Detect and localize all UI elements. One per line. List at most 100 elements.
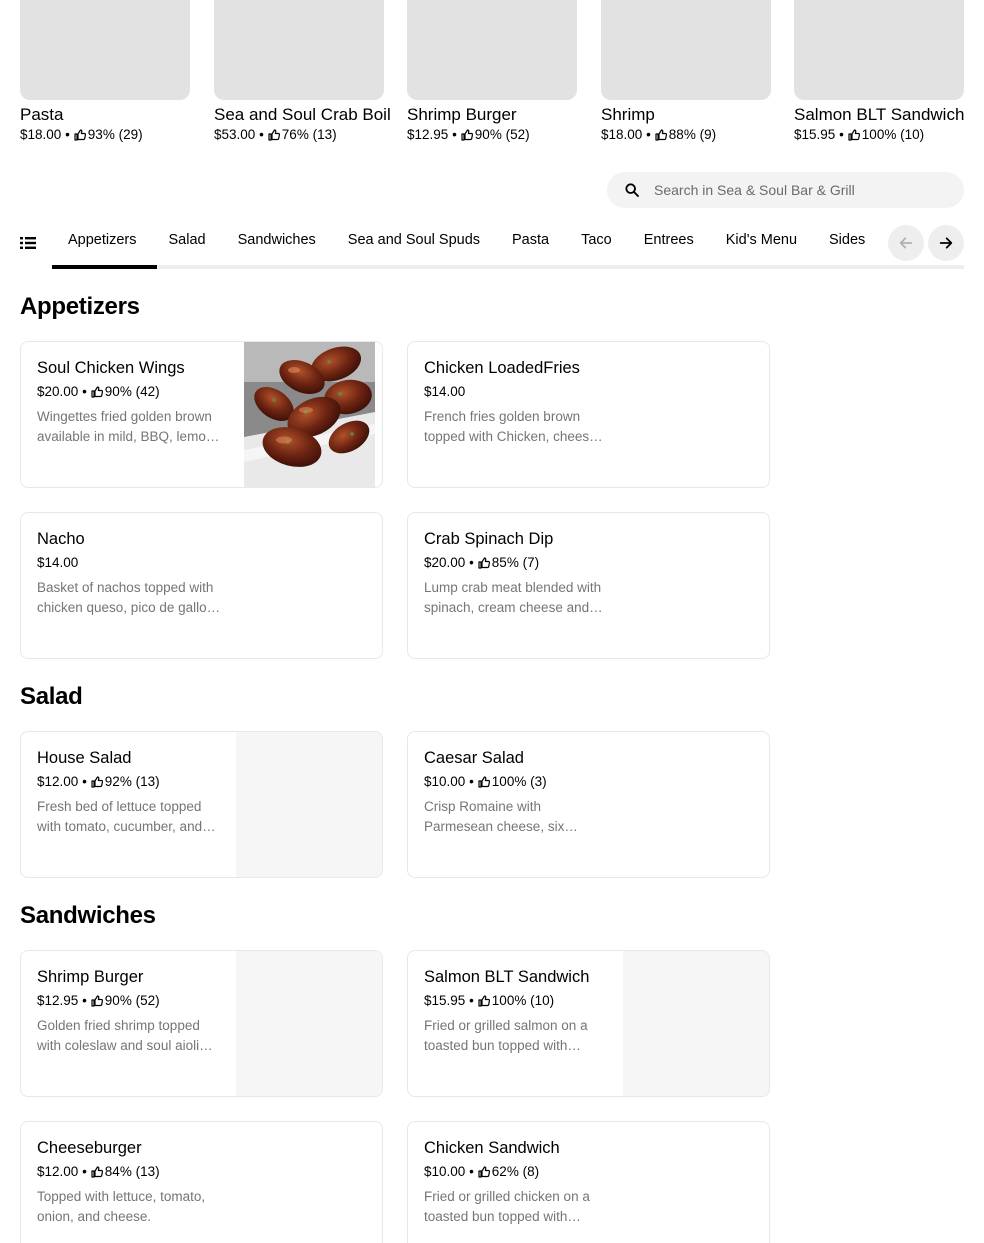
menu-item-price: $15.95 <box>424 993 466 1008</box>
menu-item-rating: 92% (13) <box>104 774 160 789</box>
menu-item-price: $12.00 <box>37 774 79 789</box>
menu-item-body: Caesar Salad $10.00 • 100% (3) Crisp Rom… <box>424 748 614 837</box>
thumbs-up-icon <box>91 386 103 398</box>
featured-image-placeholder <box>601 0 771 100</box>
menu-item-body: Chicken Sandwich $10.00 • 62% (8) Fried … <box>424 1138 614 1227</box>
menu-item-card[interactable]: House Salad $12.00 • 92% (13) Fresh bed … <box>20 731 383 878</box>
menu-item-meta: $14.00 <box>37 554 227 572</box>
thumbs-up-icon <box>91 776 103 788</box>
menu-item-price: $12.95 <box>37 993 79 1008</box>
menu-item-body: Chicken LoadedFries $14.00 French fries … <box>424 358 614 447</box>
tab-pasta[interactable]: Pasta <box>496 222 565 265</box>
menu-item-name: Soul Chicken Wings <box>37 359 185 377</box>
section-title-sandwiches: Sandwiches <box>20 902 156 929</box>
scroll-left-button[interactable] <box>888 225 924 261</box>
featured-card[interactable]: Shrimp $18.00 • 88% (9) <box>601 0 771 144</box>
featured-price: $18.00 <box>20 127 62 142</box>
menu-item-description: Golden fried shrimp topped with coleslaw… <box>37 1018 200 1053</box>
thumbs-up-icon <box>478 776 490 788</box>
menu-item-card[interactable]: Crab Spinach Dip $20.00 • 85% (7) Lump c… <box>407 512 770 659</box>
menu-item-price: $12.00 <box>37 1164 79 1179</box>
category-nav: Appetizers Salad Sandwiches Sea and Soul… <box>20 222 964 269</box>
tab-sea-and-soul-spuds[interactable]: Sea and Soul Spuds <box>332 222 496 265</box>
menu-item-name: Crab Spinach Dip <box>424 530 554 548</box>
separator: • <box>469 993 474 1008</box>
section-title-appetizers: Appetizers <box>20 293 140 320</box>
separator: • <box>469 774 474 789</box>
chicken-wings-photo <box>244 342 375 487</box>
separator: • <box>82 774 87 789</box>
separator: • <box>82 993 87 1008</box>
category-tabs: Appetizers Salad Sandwiches Sea and Soul… <box>52 222 880 265</box>
menu-item-description: Fried or grilled salmon on a toasted bun… <box>424 1018 588 1053</box>
featured-title: Salmon BLT Sandwich <box>794 105 965 124</box>
tab-entrees[interactable]: Entrees <box>628 222 710 265</box>
thumbs-up-icon <box>74 129 86 141</box>
featured-image-placeholder <box>214 0 384 100</box>
tab-taco[interactable]: Taco <box>565 222 628 265</box>
separator: • <box>82 384 87 399</box>
featured-meta: $18.00 • 88% (9) <box>601 126 771 144</box>
menu-item-name: Salmon BLT Sandwich <box>424 968 590 986</box>
featured-title: Pasta <box>20 105 64 124</box>
menu-item-rating: 100% (3) <box>491 774 547 789</box>
scroll-right-button[interactable] <box>928 225 964 261</box>
separator: • <box>82 1164 87 1179</box>
featured-meta: $15.95 • 100% (10) <box>794 126 964 144</box>
featured-rating: 93% (29) <box>87 127 143 142</box>
tab-sandwiches[interactable]: Sandwiches <box>222 222 332 265</box>
featured-card[interactable]: Pasta $18.00 • 93% (29) <box>20 0 190 144</box>
featured-card[interactable]: Sea and Soul Crab Boil $53.00 • 76% (13) <box>214 0 391 144</box>
menu-item-meta: $10.00 • 100% (3) <box>424 773 614 791</box>
menu-item-rating: 62% (8) <box>491 1164 540 1179</box>
menu-item-name: Nacho <box>37 530 85 548</box>
menu-item-name: Cheeseburger <box>37 1139 142 1157</box>
featured-price: $15.95 <box>794 127 836 142</box>
menu-item-body: Nacho $14.00 Basket of nachos topped wit… <box>37 529 227 618</box>
menu-item-card[interactable]: Nacho $14.00 Basket of nachos topped wit… <box>20 512 383 659</box>
menu-item-card[interactable]: Cheeseburger $12.00 • 84% (13) Topped wi… <box>20 1121 383 1243</box>
tab-appetizers[interactable]: Appetizers <box>52 222 153 265</box>
store-search-bar[interactable] <box>607 172 964 208</box>
separator: • <box>469 555 474 570</box>
menu-item-body: Cheeseburger $12.00 • 84% (13) Topped wi… <box>37 1138 227 1227</box>
menu-item-body: House Salad $12.00 • 92% (13) Fresh bed … <box>37 748 227 837</box>
menu-item-price: $10.00 <box>424 1164 466 1179</box>
menu-item-name: Chicken Sandwich <box>424 1139 560 1157</box>
list-icon[interactable] <box>20 236 36 250</box>
menu-item-description: Lump crab meat blended with spinach, cre… <box>424 580 602 615</box>
thumbs-up-icon <box>478 1166 490 1178</box>
featured-card[interactable]: Shrimp Burger $12.95 • 90% (52) <box>407 0 577 144</box>
menu-item-rating: 84% (13) <box>104 1164 160 1179</box>
featured-price: $12.95 <box>407 127 449 142</box>
menu-item-image-placeholder <box>236 951 382 1096</box>
tab-sides[interactable]: Sides <box>813 222 880 265</box>
thumbs-up-icon <box>91 995 103 1007</box>
featured-card[interactable]: Salmon BLT Sandwich $15.95 • 100% (10) <box>794 0 964 144</box>
menu-item-card[interactable]: Caesar Salad $10.00 • 100% (3) Crisp Rom… <box>407 731 770 878</box>
featured-items-carousel: Pasta $18.00 • 93% (29) Sea and Soul Cra… <box>20 0 964 150</box>
arrow-left-icon <box>899 237 913 249</box>
featured-rating: 90% (52) <box>474 127 530 142</box>
featured-rating: 88% (9) <box>668 127 717 142</box>
menu-item-description: French fries golden brown topped with Ch… <box>424 409 597 444</box>
featured-meta: $12.95 • 90% (52) <box>407 126 577 144</box>
tab-track <box>52 265 964 269</box>
menu-item-meta: $12.00 • 84% (13) <box>37 1163 227 1181</box>
search-input[interactable] <box>654 182 944 198</box>
menu-item-body: Soul Chicken Wings $20.00 • 90% (42) Win… <box>37 358 227 447</box>
thumbs-up-icon <box>461 129 473 141</box>
menu-item-meta: $12.95 • 90% (52) <box>37 992 227 1010</box>
menu-item-card[interactable]: Chicken LoadedFries $14.00 French fries … <box>407 341 770 488</box>
menu-item-meta: $12.00 • 92% (13) <box>37 773 227 791</box>
tab-salad[interactable]: Salad <box>153 222 222 265</box>
menu-item-body: Crab Spinach Dip $20.00 • 85% (7) Lump c… <box>424 529 614 618</box>
separator: • <box>839 127 844 142</box>
menu-item-card[interactable]: Soul Chicken Wings $20.00 • 90% (42) Win… <box>20 341 383 488</box>
menu-item-card[interactable]: Shrimp Burger $12.95 • 90% (52) Golden f… <box>20 950 383 1097</box>
separator: • <box>646 127 651 142</box>
menu-item-card[interactable]: Chicken Sandwich $10.00 • 62% (8) Fried … <box>407 1121 770 1243</box>
menu-item-card[interactable]: Salmon BLT Sandwich $15.95 • 100% (10) F… <box>407 950 770 1097</box>
tab-kids-menu[interactable]: Kid's Menu <box>710 222 813 265</box>
menu-item-description: Wingettes fried golden brown available i… <box>37 409 214 444</box>
